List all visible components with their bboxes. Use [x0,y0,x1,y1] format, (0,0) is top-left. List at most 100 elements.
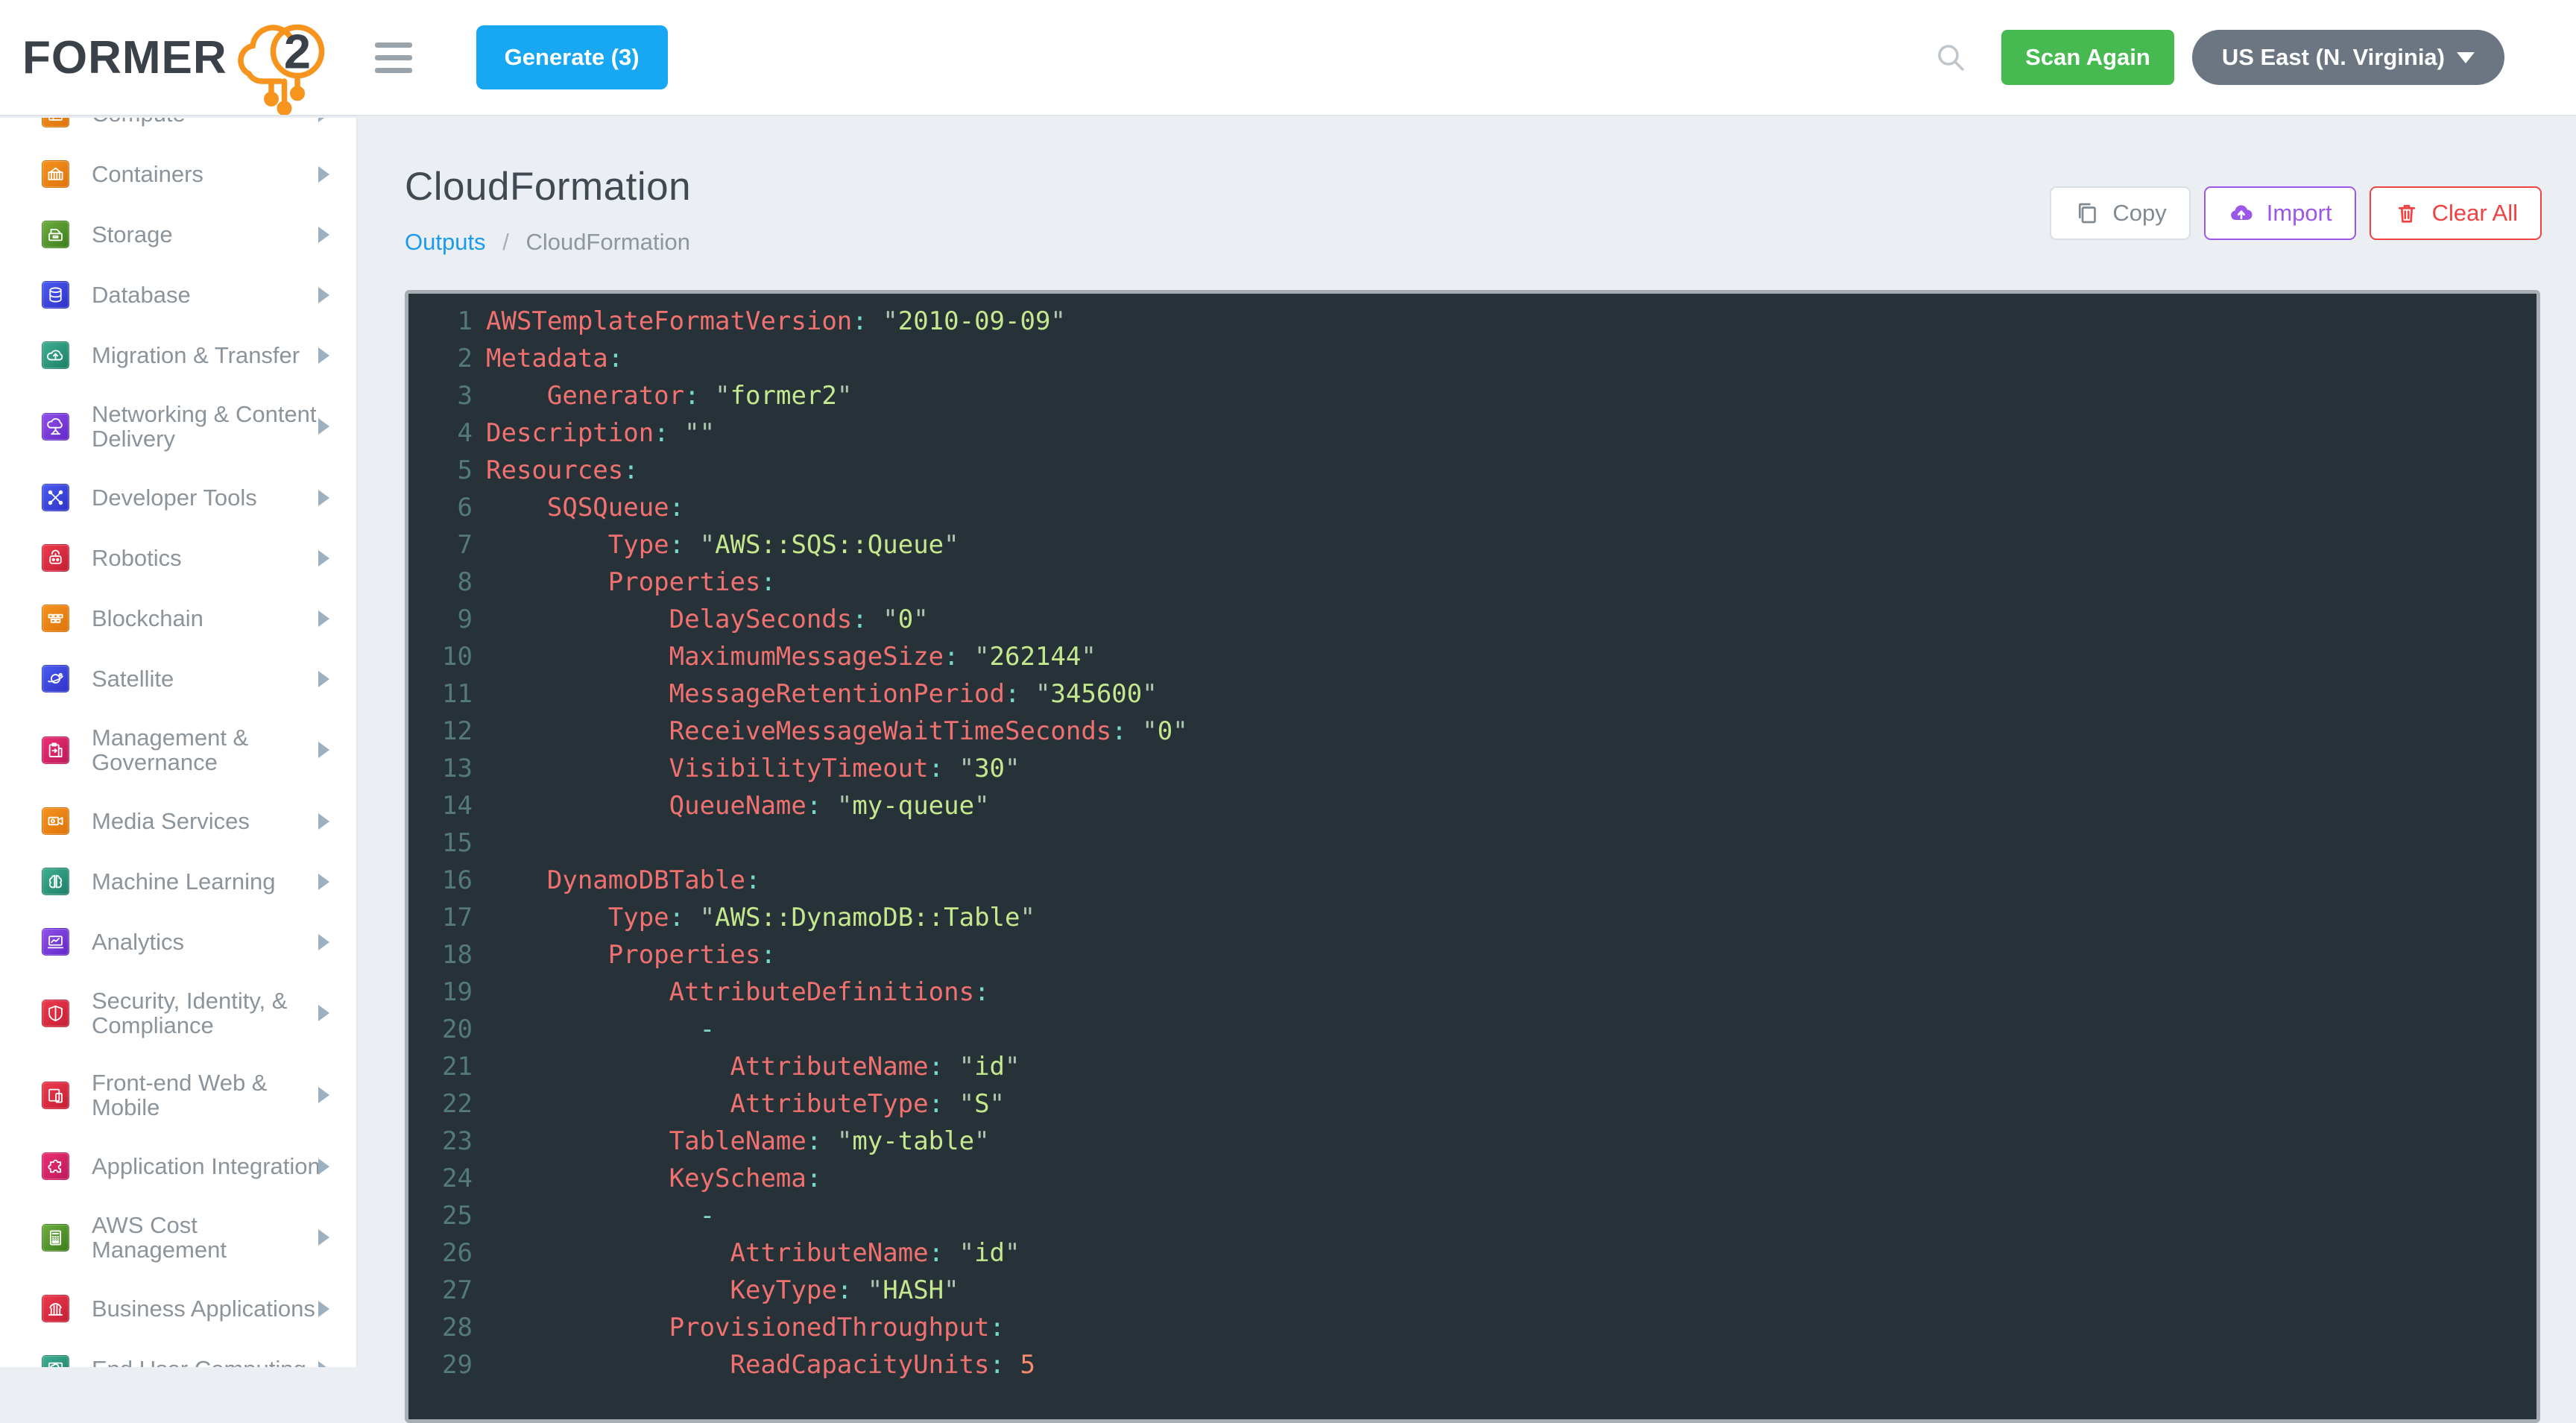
sidebar-item-label: Database [92,283,323,307]
generate-button[interactable]: Generate (3) [476,25,668,89]
sidebar-item-label: Machine Learning [92,869,323,894]
code-line-12: 12 ReceiveMessageWaitTimeSeconds: "0" [408,713,2536,750]
sidebar-item-media-services[interactable]: Media Services [0,791,356,851]
line-number: 17 [408,899,473,936]
sidebar-item-label: Blockchain [92,606,323,631]
line-number: 16 [408,862,473,899]
sidebar-item-compute[interactable]: Compute [0,118,356,144]
sidebar-item-label: Business Applications [92,1296,323,1321]
sidebar-item-analytics[interactable]: Analytics [0,912,356,972]
app-header: FORMER 2 Generate (3) Scan Again US East… [0,0,2576,116]
sidebar-item-front-end-web-mobile[interactable]: Front-end Web & Mobile [0,1054,356,1136]
clear-all-label: Clear All [2432,200,2518,227]
code-line-17: 17 Type: "AWS::DynamoDB::Table" [408,899,2536,936]
import-button[interactable]: Import [2204,186,2356,240]
code-line-28: 28 ProvisionedThroughput: [408,1309,2536,1346]
breadcrumb-outputs-link[interactable]: Outputs [405,229,486,255]
euc-icon [42,1355,69,1367]
networking-icon [42,413,69,441]
code-line-20: 20 - [408,1011,2536,1048]
line-number: 12 [408,713,473,750]
sidebar-list: ComputeContainers Storage Database Migratio… [0,118,356,1367]
logo-badge-2: 2 [284,25,311,79]
business-icon [42,1295,69,1322]
hamburger-menu-icon[interactable] [375,35,412,81]
code-line-10: 10 MaximumMessageSize: "262144" [408,638,2536,675]
code-line-1: 1AWSTemplateFormatVersion: "2010-09-09" [408,303,2536,340]
line-number: 1 [408,303,473,340]
breadcrumb-current: CloudFormation [525,229,690,255]
chevron-right-icon [318,1301,329,1317]
database-icon [42,281,69,309]
sidebar-item-migration-transfer[interactable]: Migration & Transfer [0,325,356,385]
sidebar-item-label: Application Integration [92,1154,323,1179]
line-number: 11 [408,675,473,713]
chevron-right-icon [318,1087,329,1103]
main-content: CloudFormation Outputs / CloudFormation … [359,118,2576,1367]
sidebar-item-label: Developer Tools [92,485,323,510]
blockchain-icon [42,605,69,632]
appint-icon [42,1152,69,1180]
code-line-8: 8 Properties: [408,564,2536,601]
sidebar-item-management-governance[interactable]: Management & Governance [0,709,356,791]
search-icon[interactable] [1933,40,1969,75]
chevron-right-icon [318,418,329,435]
code-line-29: 29 ReadCapacityUnits: 5 [408,1346,2536,1383]
sidebar-item-label: Storage [92,222,323,247]
line-number: 18 [408,936,473,974]
line-number: 8 [408,564,473,601]
sidebar-item-machine-learning[interactable]: Machine Learning [0,851,356,912]
code-line-22: 22 AttributeType: "S" [408,1085,2536,1123]
chevron-right-icon [318,118,329,122]
line-number: 14 [408,787,473,824]
compute-icon [42,118,69,127]
line-number: 15 [408,824,473,862]
sidebar-item-networking-content-delivery[interactable]: Networking & Content Delivery [0,385,356,467]
sidebar-item-robotics[interactable]: Robotics [0,528,356,588]
line-number: 6 [408,489,473,526]
sidebar-item-developer-tools[interactable]: Developer Tools [0,467,356,528]
region-label: US East (N. Virginia) [2222,44,2445,71]
sidebar-item-end-user-computing[interactable]: End User Computing [0,1339,356,1367]
sidebar-item-database[interactable]: Database [0,265,356,325]
former2-logo: FORMER 2 [22,0,342,116]
chevron-right-icon [318,874,329,890]
cost-icon [42,1224,69,1252]
chevron-right-icon [318,490,329,506]
sidebar-item-label: Migration & Transfer [92,343,323,367]
chevron-right-icon [318,671,329,687]
sidebar-item-business-applications[interactable]: Business Applications [0,1278,356,1339]
sidebar-item-storage[interactable]: Storage [0,204,356,265]
code-line-14: 14 QueueName: "my-queue" [408,787,2536,824]
line-number: 5 [408,452,473,489]
code-line-6: 6 SQSQueue: [408,489,2536,526]
line-number: 20 [408,1011,473,1048]
chevron-right-icon [318,813,329,830]
sidebar-item-security-identity-compliance[interactable]: Security, Identity, & Compliance [0,972,356,1054]
sidebar-item-label: Management & Governance [92,725,323,774]
copy-button[interactable]: Copy [2050,186,2190,240]
sidebar-item-blockchain[interactable]: Blockchain [0,588,356,649]
chevron-right-icon [318,347,329,364]
copy-icon [2074,200,2100,227]
code-line-25: 25 - [408,1197,2536,1234]
containers-icon [42,160,69,188]
sidebar-item-label: Networking & Content Delivery [92,402,323,451]
sidebar-item-aws-cost-management[interactable]: AWS Cost Management [0,1196,356,1278]
copy-label: Copy [2112,200,2166,227]
line-number: 3 [408,377,473,414]
chevron-right-icon [318,610,329,627]
sidebar-item-satellite[interactable]: Satellite [0,649,356,709]
scan-again-button[interactable]: Scan Again [2001,30,2174,85]
line-number: 4 [408,414,473,452]
line-number: 29 [408,1346,473,1383]
cloudformation-code-editor[interactable]: 1AWSTemplateFormatVersion: "2010-09-09" 2… [405,290,2540,1423]
code-line-16: 16 DynamoDBTable: [408,862,2536,899]
code-line-26: 26 AttributeName: "id" [408,1234,2536,1272]
migration-icon [42,341,69,369]
clear-all-button[interactable]: Clear All [2370,186,2542,240]
logo-text: FORMER [22,31,227,84]
region-dropdown[interactable]: US East (N. Virginia) [2192,30,2504,85]
sidebar-item-application-integration[interactable]: Application Integration [0,1136,356,1196]
sidebar-item-containers[interactable]: Containers [0,144,356,204]
